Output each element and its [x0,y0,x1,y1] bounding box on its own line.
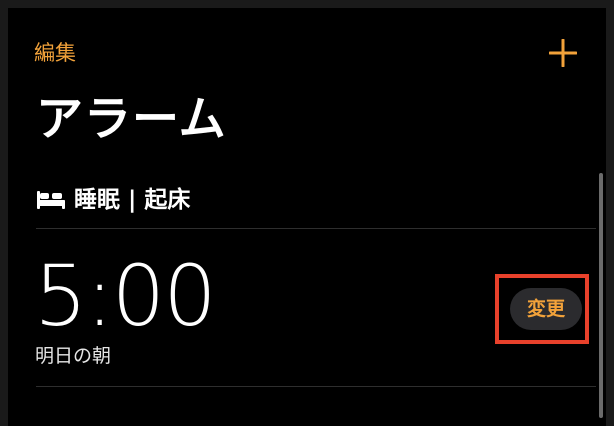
scrollbar[interactable] [599,173,603,418]
section-divider [36,228,596,229]
row-divider [36,386,596,387]
sleep-section-title: 睡眠 | 起床 [74,187,191,213]
edit-button[interactable]: 編集 [34,38,76,68]
plus-icon [548,38,578,68]
change-alarm-button[interactable]: 変更 [510,288,582,330]
alarm-screen: 編集 アラーム 睡眠 | 起床 5:00 明日の朝 変更 [8,8,606,426]
page-title: アラーム [36,92,227,147]
sleep-section-header: 睡眠 | 起床 [36,184,190,216]
add-alarm-button[interactable] [548,38,578,68]
alarm-subtitle: 明日の朝 [35,345,112,367]
bed-icon [37,191,65,209]
alarm-time: 5:00 [34,247,217,345]
